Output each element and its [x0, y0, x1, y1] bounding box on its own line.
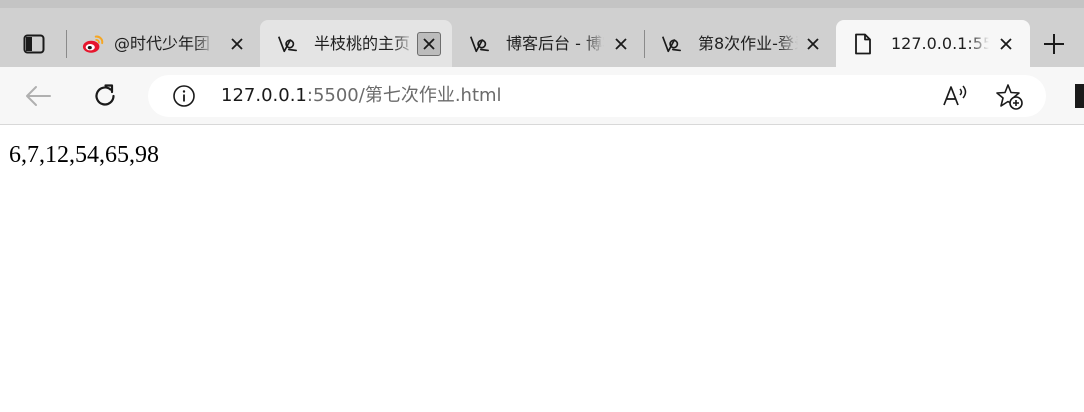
add-favorite-icon: [996, 84, 1023, 110]
tab-close-button[interactable]: [225, 32, 249, 56]
tab-title: 127.0.0.1:5500: [891, 34, 989, 53]
tab-blog-backend[interactable]: 博客后台 - 博客园: [454, 20, 642, 67]
back-arrow-icon: [26, 86, 51, 106]
tab-title: 半枝桃的主页: [314, 34, 411, 53]
address-bar[interactable]: 127.0.0.1:5500/第七次作业.html: [148, 75, 1046, 117]
tab-title: 博客后台 - 博客园: [506, 34, 604, 53]
close-icon: [807, 38, 819, 50]
tab-actions-icon: [23, 34, 45, 54]
tab-close-button[interactable]: [994, 32, 1018, 56]
add-favorite-button[interactable]: [996, 83, 1024, 111]
cnblogs-icon: [660, 33, 682, 55]
plus-icon: [1044, 34, 1064, 54]
page-icon: [852, 33, 874, 55]
toolbar: 127.0.0.1:5500/第七次作业.html: [0, 67, 1084, 125]
refresh-icon: [95, 84, 115, 106]
tab-title: 第8次作业-登录: [698, 34, 798, 53]
info-icon: [173, 85, 195, 107]
new-tab-button[interactable]: [1040, 30, 1068, 58]
url-host: 127.0.0.1: [221, 85, 307, 106]
extension-icon-partial[interactable]: [1075, 84, 1084, 108]
tab-strip: @时代少年团 半枝桃的主页 博客后台 - 博客园: [0, 0, 1084, 67]
tab-separator: [66, 30, 67, 58]
tab-close-button[interactable]: [609, 32, 633, 56]
site-info-button[interactable]: [172, 84, 196, 108]
close-icon: [615, 38, 627, 50]
tab-close-button[interactable]: [801, 32, 825, 56]
window-top-edge: [0, 0, 1084, 8]
weibo-icon: [82, 33, 104, 55]
url-path: :5500/第七次作业.html: [306, 85, 502, 106]
tab-actions-button[interactable]: [18, 30, 50, 58]
read-aloud-icon: [943, 85, 967, 106]
page-output-text: 6,7,12,54,65,98: [9, 142, 159, 168]
cnblogs-icon: [468, 33, 490, 55]
url-text[interactable]: 127.0.0.1:5500/第七次作业.html: [221, 84, 502, 108]
refresh-button[interactable]: [89, 80, 121, 112]
tab-close-button[interactable]: [417, 32, 441, 56]
tab-separator: [644, 30, 645, 58]
close-icon: [231, 38, 243, 50]
tab-homework-8[interactable]: 第8次作业-登录: [646, 20, 834, 67]
tab-title: @时代少年团: [114, 34, 211, 53]
tab-weibo[interactable]: @时代少年团: [68, 20, 258, 67]
back-button[interactable]: [22, 80, 54, 112]
tab-localhost[interactable]: 127.0.0.1:5500: [836, 20, 1030, 67]
close-icon: [1000, 38, 1012, 50]
close-icon: [423, 38, 435, 50]
cnblogs-icon: [276, 33, 298, 55]
tab-banzhitao[interactable]: 半枝桃的主页: [260, 20, 452, 67]
read-aloud-button[interactable]: [942, 83, 970, 109]
